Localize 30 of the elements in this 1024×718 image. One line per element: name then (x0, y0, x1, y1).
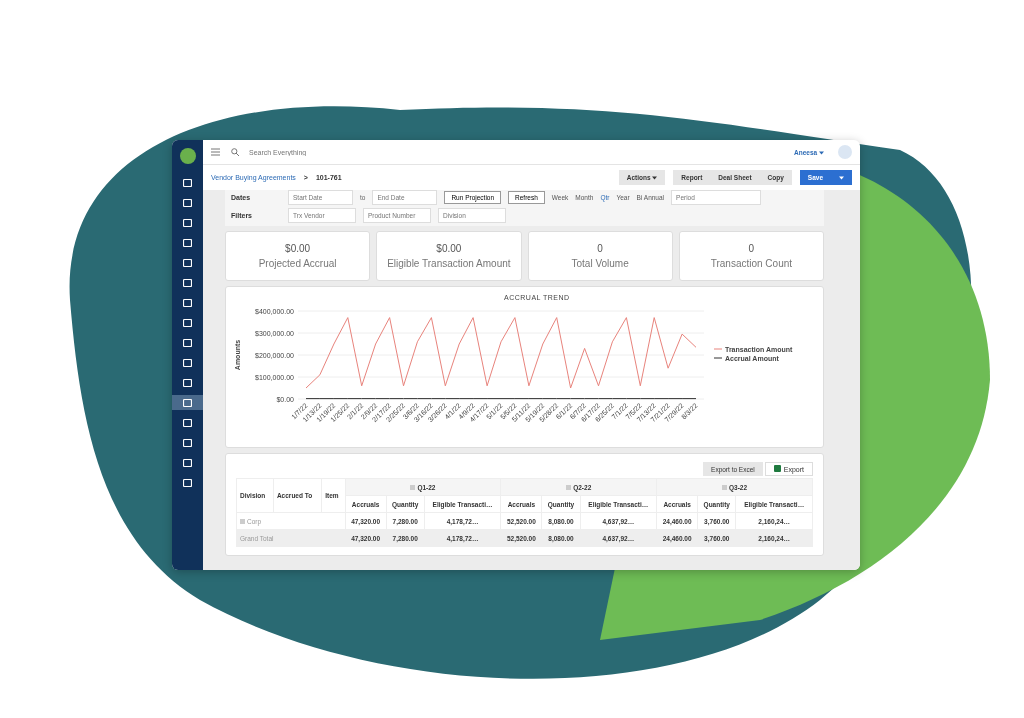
nav-item[interactable] (172, 395, 203, 410)
stat-label: Eligible Transaction Amount (387, 258, 511, 269)
logo-icon (179, 148, 196, 164)
nav-icon (183, 178, 192, 187)
caret-icon (652, 176, 658, 180)
nav-icon (183, 338, 192, 347)
stat-value: 0 (597, 243, 603, 254)
nav-icon (183, 298, 192, 307)
nav-icon (183, 418, 192, 427)
nav-icon (183, 358, 192, 367)
nav-icon (183, 398, 192, 407)
nav-icon (183, 198, 192, 207)
nav-icon (183, 438, 192, 447)
nav-icon (183, 318, 192, 327)
nav-icon (183, 458, 192, 467)
stat-label: Projected Accrual (258, 258, 337, 269)
stat-label: Transaction Count (710, 258, 793, 269)
nav-icon (183, 478, 192, 487)
nav-icon (183, 218, 192, 227)
stat-value: $0.00 (436, 243, 462, 254)
nav-icon (183, 238, 192, 247)
stat-value: 0 (748, 243, 755, 254)
stat-value: $0.00 (285, 243, 311, 254)
stat-label: Total Volume (571, 258, 629, 269)
search-icon (231, 147, 239, 157)
nav-icon (183, 258, 192, 267)
spreadsheet-icon (773, 465, 781, 473)
nav-icon (183, 278, 192, 287)
caret-icon (839, 176, 844, 180)
nav-icon (183, 378, 192, 387)
